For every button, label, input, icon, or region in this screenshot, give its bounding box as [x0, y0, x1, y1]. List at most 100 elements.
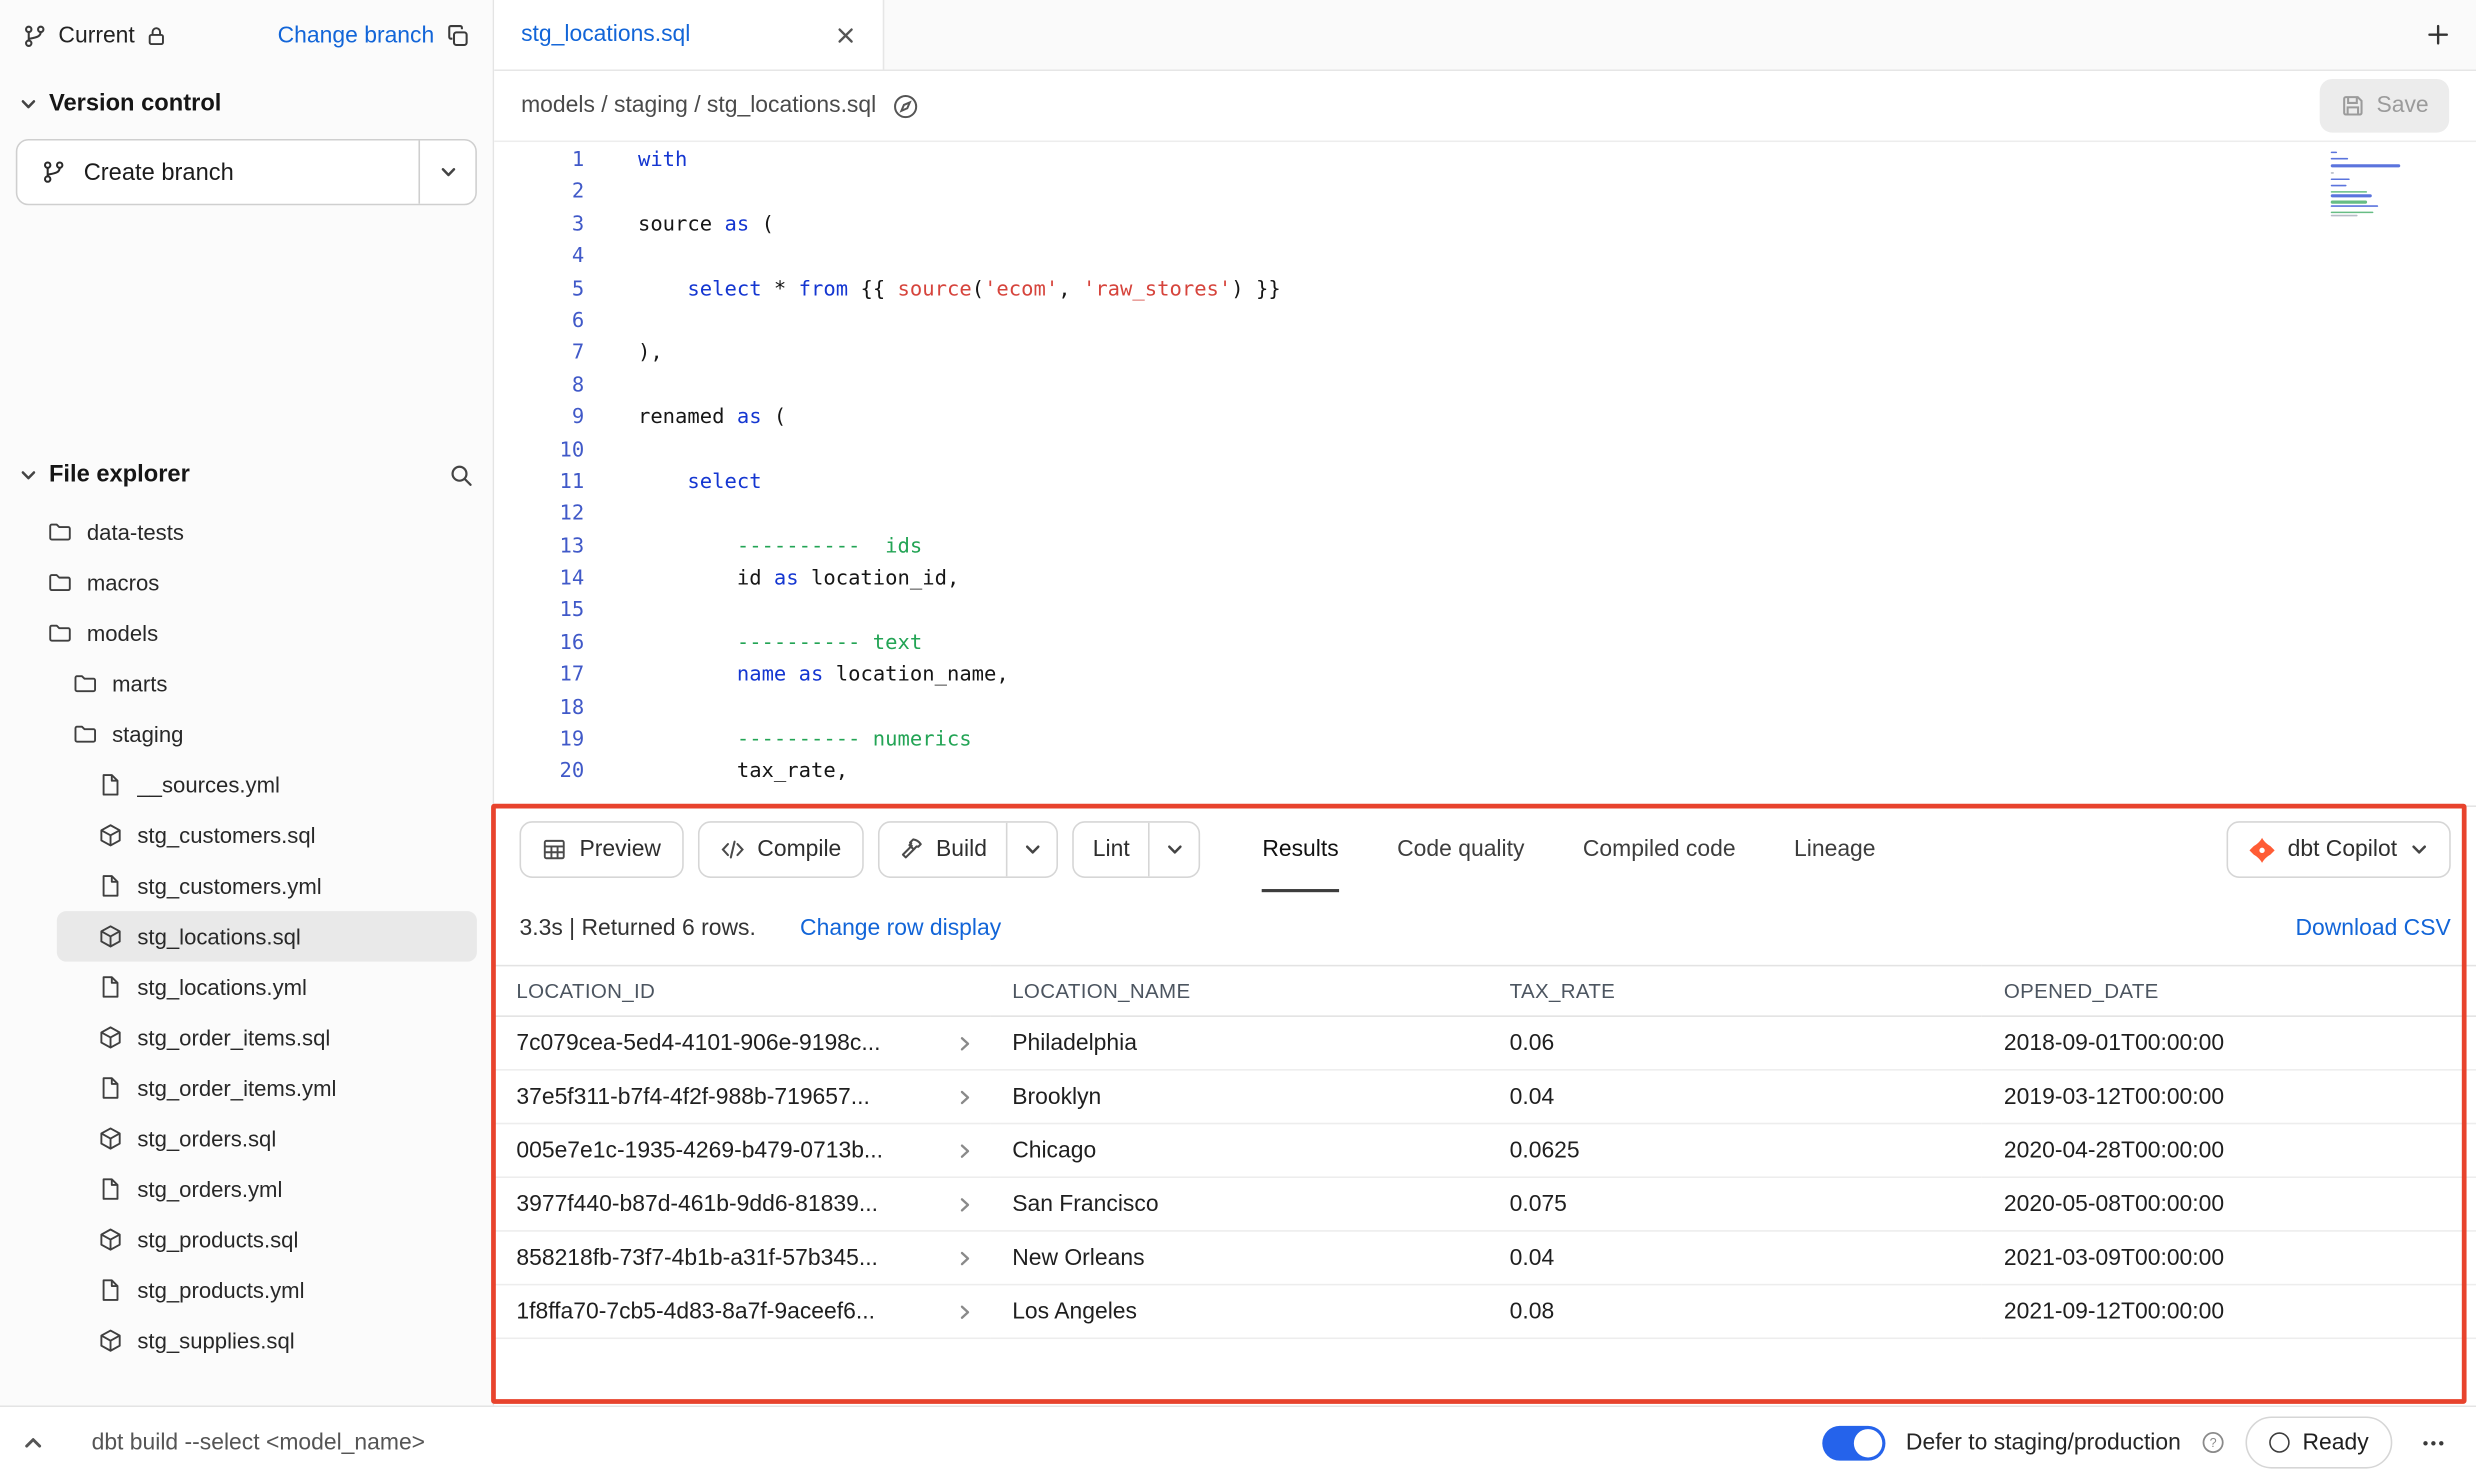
build-button[interactable]: Build [879, 823, 1006, 877]
cell-opened-date: 2021-09-12T00:00:00 [1982, 1285, 2476, 1339]
code-line: with [638, 145, 2476, 177]
lint-button[interactable]: Lint [1074, 823, 1149, 877]
file-tree-item-macros[interactable]: macros [0, 557, 493, 608]
new-tab-button[interactable] [2425, 22, 2450, 47]
file-tree-item-marts[interactable]: marts [0, 658, 493, 709]
create-branch-button[interactable]: Create branch [16, 139, 477, 205]
file-tree-item-stg-products-sql[interactable]: stg_products.sql [0, 1214, 493, 1265]
panel-tab-results[interactable]: Results [1262, 807, 1338, 892]
lint-dropdown[interactable] [1149, 823, 1200, 877]
file-label: models [87, 621, 158, 646]
status-ring-icon [2269, 1432, 2290, 1453]
file-tree-item-stg-supplies-sql[interactable]: stg_supplies.sql [0, 1315, 493, 1366]
minimap-line [2331, 168, 2407, 170]
download-csv-link[interactable]: Download CSV [2295, 916, 2450, 941]
column-header-location_name: LOCATION_NAME [990, 966, 1487, 1017]
minimap-line [2331, 185, 2347, 187]
defer-toggle[interactable] [1822, 1425, 1885, 1460]
cell-tax-rate: 0.08 [1488, 1285, 1982, 1339]
expand-row-chevron-icon[interactable] [955, 1087, 974, 1106]
file-tree-item-models[interactable]: models [0, 608, 493, 659]
file-label: stg_products.yml [137, 1277, 304, 1302]
expand-row-chevron-icon[interactable] [955, 1141, 974, 1160]
model-cube-icon [98, 823, 123, 848]
table-row[interactable]: 1f8ffa70-7cb5-4d83-8a7f-9aceef6...Los An… [494, 1285, 2476, 1339]
expand-row-chevron-icon[interactable] [955, 1248, 974, 1267]
file-label: stg_order_items.sql [137, 1025, 330, 1050]
expand-row-chevron-icon[interactable] [955, 1302, 974, 1321]
file-tree-item--sources-yml[interactable]: __sources.yml [0, 760, 493, 811]
file-tree-item-stg-customers-yml[interactable]: stg_customers.yml [0, 861, 493, 912]
file-tree-item-stg-orders-sql[interactable]: stg_orders.sql [0, 1113, 493, 1164]
table-row[interactable]: 858218fb-73f7-4b1b-a31f-57b345...New Orl… [494, 1231, 2476, 1285]
defer-label: Defer to staging/production [1906, 1430, 2181, 1455]
file-tree-item-staging[interactable]: staging [0, 709, 493, 760]
line-number: 15 [494, 596, 612, 628]
chevron-up-icon[interactable] [22, 1431, 44, 1453]
tab-stg-locations-sql[interactable]: stg_locations.sql [494, 0, 884, 69]
minimap-line [2331, 171, 2334, 173]
file-tree-item-stg-locations-sql[interactable]: stg_locations.sql [57, 911, 477, 962]
file-tree-item-stg-locations-yml[interactable]: stg_locations.yml [0, 962, 493, 1013]
table-row[interactable]: 7c079cea-5ed4-4101-906e-9198c...Philadel… [494, 1016, 2476, 1070]
table-row[interactable]: 005e7e1c-1935-4269-b479-0713b...Chicago0… [494, 1124, 2476, 1178]
cell-opened-date: 2020-04-28T00:00:00 [1982, 1124, 2476, 1178]
code-editor[interactable]: 1234567891011121314151617181920 with sou… [494, 142, 2476, 805]
dbt-copilot-button[interactable]: dbt Copilot [2226, 821, 2451, 878]
preview-label: Preview [580, 837, 661, 862]
file-tree-item-stg-order-items-sql[interactable]: stg_order_items.sql [0, 1012, 493, 1063]
more-options-button[interactable] [2413, 1422, 2454, 1463]
line-number: 14 [494, 564, 612, 596]
copy-icon[interactable] [445, 23, 470, 48]
expand-row-chevron-icon[interactable] [955, 1195, 974, 1214]
table-row[interactable]: 37e5f311-b7f4-4f2f-988b-719657...Brookly… [494, 1070, 2476, 1124]
sidebar: Current Change branch Version control [0, 0, 494, 1405]
change-row-display-link[interactable]: Change row display [800, 916, 1001, 941]
change-branch-link[interactable]: Change branch [278, 23, 435, 48]
column-header-opened_date: OPENED_DATE [1982, 966, 2476, 1017]
line-number: 13 [494, 532, 612, 564]
editor-code[interactable]: with source as ( select * from {{ source… [613, 142, 2476, 805]
file-explorer-header[interactable]: File explorer [0, 442, 493, 504]
panel-tab-lineage[interactable]: Lineage [1794, 807, 1875, 892]
preview-button[interactable]: Preview [520, 821, 684, 878]
close-tab-icon[interactable] [835, 24, 856, 45]
compass-icon[interactable] [892, 92, 919, 119]
panel-tab-code-quality[interactable]: Code quality [1397, 807, 1524, 892]
line-number: 11 [494, 467, 612, 499]
folder-icon [73, 722, 98, 747]
file-icon [98, 873, 123, 898]
file-tree-item-data-tests[interactable]: data-tests [0, 507, 493, 558]
minimap[interactable] [2331, 152, 2407, 217]
file-tree-item-stg-order-items-yml[interactable]: stg_order_items.yml [0, 1063, 493, 1114]
file-label: stg_orders.sql [137, 1126, 276, 1151]
file-tree-item-stg-products-yml[interactable]: stg_products.yml [0, 1265, 493, 1316]
file-icon [98, 1075, 123, 1100]
create-branch-main[interactable]: Create branch [17, 141, 418, 204]
save-button[interactable]: Save [2320, 79, 2450, 133]
compile-button[interactable]: Compile [697, 821, 863, 878]
code-line: ---------- numerics [638, 725, 2476, 757]
cell-tax-rate: 0.04 [1488, 1231, 1982, 1285]
file-tree-item-stg-orders-yml[interactable]: stg_orders.yml [0, 1164, 493, 1215]
build-dropdown[interactable] [1006, 823, 1057, 877]
line-number: 8 [494, 371, 612, 403]
minimap-line [2331, 181, 2407, 183]
search-icon[interactable] [448, 462, 473, 487]
breadcrumb: models / staging / stg_locations.sql [521, 93, 876, 118]
code-line [638, 177, 2476, 209]
table-row[interactable]: 3977f440-b87d-461b-9dd6-81839...San Fran… [494, 1177, 2476, 1231]
save-label: Save [2376, 93, 2428, 118]
help-icon[interactable]: ? [2201, 1431, 2225, 1455]
file-label: stg_products.sql [137, 1227, 298, 1252]
code-line: ---------- ids [638, 532, 2476, 564]
line-number: 3 [494, 210, 612, 242]
panel-tab-compiled-code[interactable]: Compiled code [1583, 807, 1736, 892]
expand-row-chevron-icon[interactable] [955, 1034, 974, 1053]
version-control-header[interactable]: Version control [0, 71, 493, 133]
file-tree-item-stg-customers-sql[interactable]: stg_customers.sql [0, 810, 493, 861]
file-label: stg_order_items.yml [137, 1075, 336, 1100]
create-branch-dropdown[interactable] [418, 141, 475, 204]
ready-status-button[interactable]: Ready [2246, 1416, 2393, 1468]
file-tree: data-testsmacros models martsstaging__sour… [0, 504, 493, 1406]
